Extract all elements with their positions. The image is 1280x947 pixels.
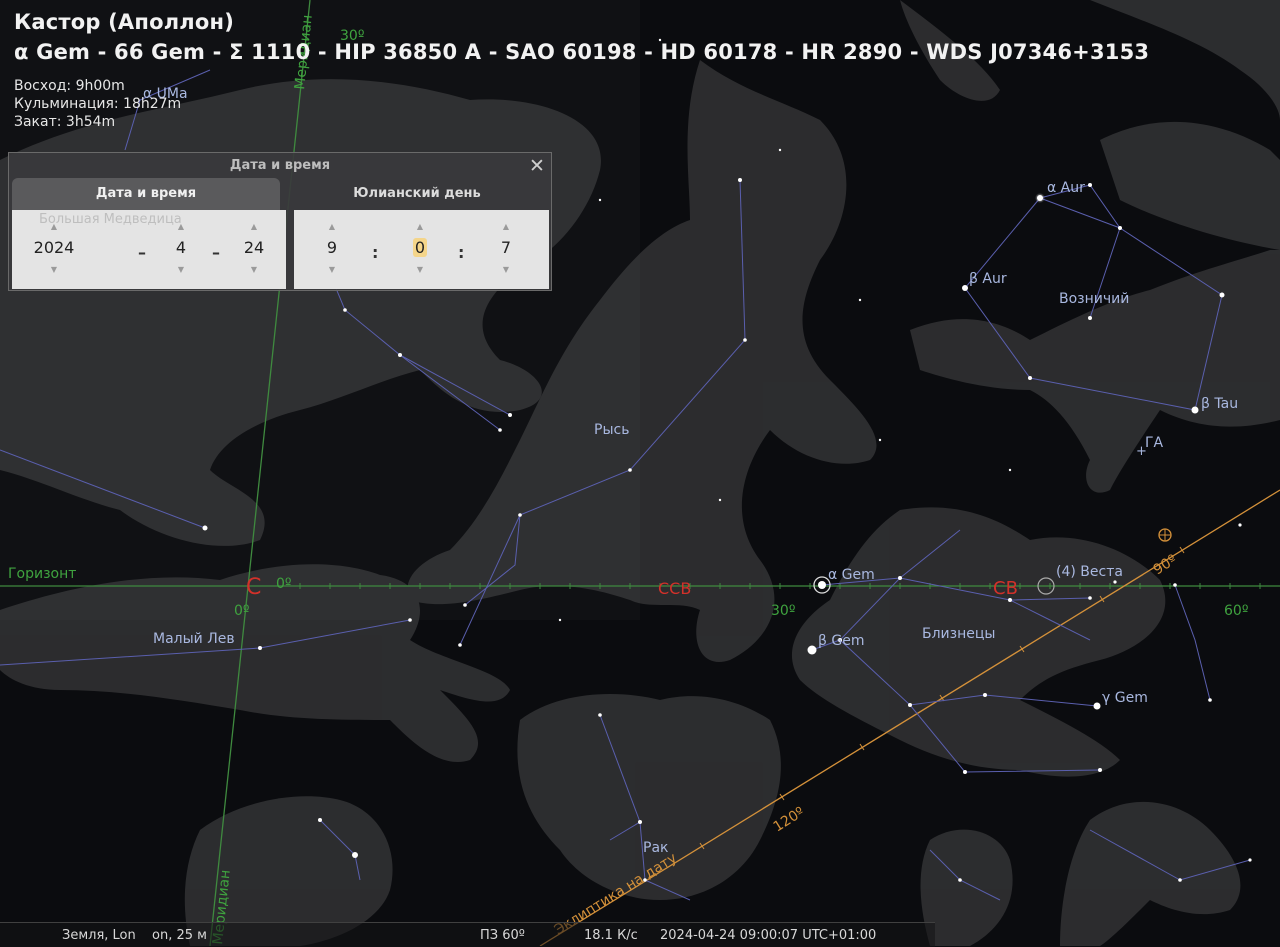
year-value[interactable]: 2024 [22, 233, 86, 263]
set-time: Закат: 3h54m [14, 114, 116, 130]
tab-julian-day[interactable]: Юлианский день [287, 178, 547, 210]
azimuth-tick-60: 60º [1224, 603, 1248, 619]
hour-spinner[interactable]: ▲ 9 ▼ [306, 220, 358, 278]
second-value[interactable]: 7 [480, 233, 532, 263]
constellation-label-leo-minor: Малый Лев [153, 631, 235, 647]
constellation-label-lynx: Рысь [594, 422, 629, 438]
minute-up-icon[interactable]: ▲ [394, 220, 446, 233]
second-spinner[interactable]: ▲ 7 ▼ [480, 220, 532, 278]
star-label-beta-tau: β Tau [1201, 396, 1238, 412]
star-label-gamma-gem: γ Gem [1102, 690, 1148, 706]
cardinal-nne: ССВ [658, 579, 691, 598]
close-icon[interactable]: ✕ [527, 156, 547, 176]
dialog-title: Дата и время [229, 158, 331, 173]
time-panel: ▲ 9 ▼ : ▲ 0 ▼ : ▲ 7 ▼ [294, 210, 549, 289]
status-location-suffix: on, 25 м [152, 928, 207, 943]
month-spinner[interactable]: ▲ 4 ▼ [155, 220, 207, 278]
object-label-ga: ГА [1145, 435, 1164, 451]
date-separator: – [138, 243, 146, 262]
constellation-label-gemini: Близнецы [922, 626, 995, 642]
object-identifiers: α Gem - 66 Gem - Σ 1110 - HIP 36850 A - … [14, 40, 1150, 64]
month-down-icon[interactable]: ▼ [155, 263, 207, 276]
sun-marker[interactable] [1158, 528, 1172, 542]
status-fps: 18.1 К/с [584, 928, 638, 943]
rise-time: Восход: 9h00m [14, 78, 125, 94]
azimuth-tick-0-right: 0º [276, 576, 292, 592]
second-up-icon[interactable]: ▲ [480, 220, 532, 233]
minute-value-text[interactable]: 0 [412, 238, 428, 257]
month-up-icon[interactable]: ▲ [155, 220, 207, 233]
star-label-beta-aur: β Aur [969, 271, 1007, 287]
status-location: Земля, Lon [62, 928, 136, 943]
ga-cross-icon: + [1136, 444, 1147, 459]
status-datetime: 2024-04-24 09:00:07 UTC+01:00 [660, 928, 877, 943]
date-panel: Большая Медведица ▲ 2024 ▼ – ▲ 4 ▼ – ▲ 2… [12, 210, 286, 289]
hour-value[interactable]: 9 [306, 233, 358, 263]
azimuth-tick-30: 30º [771, 603, 795, 619]
year-up-icon[interactable]: ▲ [22, 220, 86, 233]
status-bar: Земля, Lon on, 25 м ПЗ 60º 18.1 К/с 2024… [0, 922, 935, 947]
azimuth-tick-0-left: 0º [234, 603, 250, 619]
cardinal-ne: СВ [993, 578, 1018, 599]
minute-down-icon[interactable]: ▼ [394, 263, 446, 276]
horizon-label: Горизонт [8, 566, 76, 582]
day-value[interactable]: 24 [228, 233, 280, 263]
star-label-beta-gem: β Gem [818, 633, 864, 649]
constellation-label-auriga: Возничий [1059, 291, 1129, 307]
day-up-icon[interactable]: ▲ [228, 220, 280, 233]
object-label-vesta: (4) Веста [1056, 564, 1123, 580]
year-spinner[interactable]: ▲ 2024 ▼ [22, 220, 86, 278]
sky-view[interactable]: Рысь Возничий Малый Лев Близнецы Рак α U… [0, 0, 1280, 946]
minute-spinner[interactable]: ▲ 0 ▼ [394, 220, 446, 278]
second-down-icon[interactable]: ▼ [480, 263, 532, 276]
datetime-dialog: Дата и время ✕ Дата и время Юлианский де… [8, 152, 552, 291]
status-fov: ПЗ 60º [480, 928, 525, 943]
star-label-alpha-gem: α Gem [828, 567, 875, 583]
transit-time: Кульминация: 18h27m [14, 96, 182, 112]
hour-up-icon[interactable]: ▲ [306, 220, 358, 233]
object-title: Кастор (Аполлон) [14, 10, 235, 34]
tab-date-time[interactable]: Дата и время [12, 178, 280, 210]
date-separator: – [212, 243, 220, 262]
time-separator: : [458, 243, 465, 262]
day-spinner[interactable]: ▲ 24 ▼ [228, 220, 280, 278]
time-separator: : [372, 243, 379, 262]
month-value[interactable]: 4 [155, 233, 207, 263]
cardinal-north: С [246, 575, 261, 600]
day-down-icon[interactable]: ▼ [228, 263, 280, 276]
year-down-icon[interactable]: ▼ [22, 263, 86, 276]
minute-value[interactable]: 0 [394, 233, 446, 263]
hour-down-icon[interactable]: ▼ [306, 263, 358, 276]
star-label-alpha-aur: α Aur [1047, 180, 1085, 196]
